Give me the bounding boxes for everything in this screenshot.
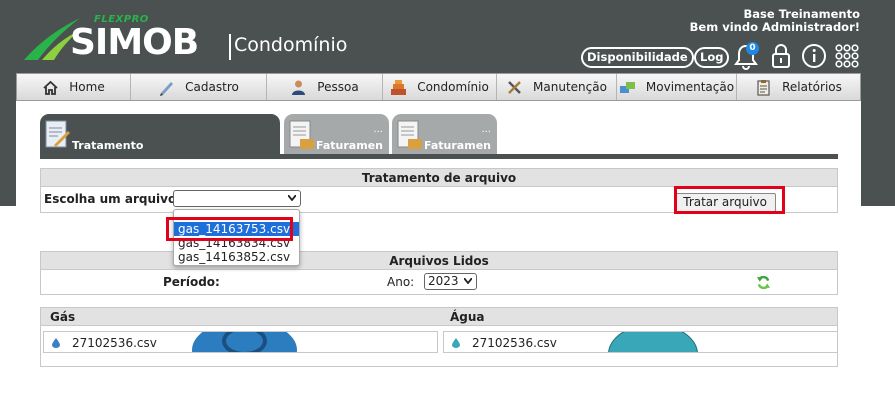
welcome-text: Base Treinamento Bem vindo Administrador… [690,8,860,34]
invoice-icon [397,120,422,149]
gas-title: Gás [50,310,76,324]
menu-cadastro[interactable]: Cadastro [131,74,267,100]
menu-home-label: Home [69,80,105,94]
menu-manutencao[interactable]: Manutenção [497,74,617,100]
lock-icon[interactable] [768,42,794,70]
year-label: Ano: [387,275,415,289]
consumo-section: Gás Água 27102536.csv 27102536.csv [40,307,838,367]
year-select[interactable]: 2023 [424,273,477,290]
arquivos-lidos-section: Arquivos Lidos Período: Ano: 2023 [40,251,838,295]
person-icon [292,80,306,95]
brand-divider [229,34,231,60]
tratamento-title: Tratamento de arquivo [41,169,837,187]
menu-condominio[interactable]: Condomínio [383,74,497,100]
menu-condominio-label: Condomínio [417,80,489,94]
consumo-header: Gás Água [41,308,837,326]
simob-logo[interactable]: FLEXPRO SIMOB Condomínio [22,12,362,63]
apps-grid-icon[interactable] [834,42,860,70]
document-edit-icon [45,120,70,148]
notification-badge: 0 [746,42,759,55]
menu-movimentacao-label: Movimentação [645,80,735,94]
menu-cadastro-label: Cadastro [185,80,239,94]
menu-home[interactable]: Home [17,74,131,100]
menu-relatorios[interactable]: Relatórios [737,74,860,100]
welcome-user: Bem vindo Administrador! [689,20,860,34]
tab-faturamento-2-dots: ... [481,124,491,135]
gas-file-row[interactable]: 27102536.csv [43,331,438,353]
home-icon [43,80,58,95]
file-option-3[interactable]: gas_14163852.csv [174,250,299,264]
agua-file-row[interactable]: 27102536.csv [443,331,838,353]
highlight-file-option [166,217,293,241]
arquivos-lidos-title: Arquivos Lidos [41,252,837,270]
content-panel: Tratamento ... Faturamen ... Faturamen T… [16,101,861,417]
info-icon[interactable] [801,42,827,70]
menu-movimentacao[interactable]: Movimentação [617,74,737,100]
clipboard-icon [757,79,770,96]
invoice-icon [289,120,314,149]
refresh-icon[interactable] [756,275,771,290]
tab-faturamento-2[interactable]: ... Faturamen [392,114,497,154]
brand-name: SIMOB [70,22,199,63]
menu-manutencao-label: Manutenção [533,80,607,94]
menu-pessoa-label: Pessoa [317,80,359,94]
year-select-value: 2023 [428,274,459,288]
tools-icon [508,80,521,94]
chevron-down-icon [288,195,296,201]
chevron-down-icon [464,278,472,284]
menu-pessoa[interactable]: Pessoa [267,74,383,100]
file-select[interactable] [173,190,301,207]
gas-drop-icon [52,338,60,348]
tab-tratamento[interactable]: Tratamento [40,114,280,154]
transfer-icon [619,81,635,93]
tab-faturamento-1[interactable]: ... Faturamen [284,114,389,154]
menu-relatorios-label: Relatórios [782,80,842,94]
gas-meter-graphic [192,332,297,352]
brand-product: Condomínio [234,34,348,56]
agua-title: Água [450,310,485,324]
period-label: Período: [163,275,220,289]
bell-icon[interactable]: 0 [733,42,759,70]
availability-button[interactable]: Disponibilidade [581,47,694,68]
agua-file-name: 27102536.csv [472,336,557,350]
main-menu: Home Cadastro Pessoa Condomínio Manutenç… [16,73,861,101]
pen-icon [160,81,174,96]
building-icon [391,79,407,95]
choose-file-label: Escolha um arquivo: [44,192,181,206]
water-meter-graphic [608,332,698,352]
gas-file-name: 27102536.csv [72,336,157,350]
tab-underline [40,154,838,159]
highlight-tratar-button [674,186,785,214]
tab-faturamento-2-label: Faturamen [424,139,491,152]
tab-faturamento-1-label: Faturamen [316,139,383,152]
water-drop-icon [452,338,460,348]
tab-faturamento-1-dots: ... [373,124,383,135]
tab-tratamento-label: Tratamento [72,139,144,152]
log-button[interactable]: Log [694,47,730,68]
